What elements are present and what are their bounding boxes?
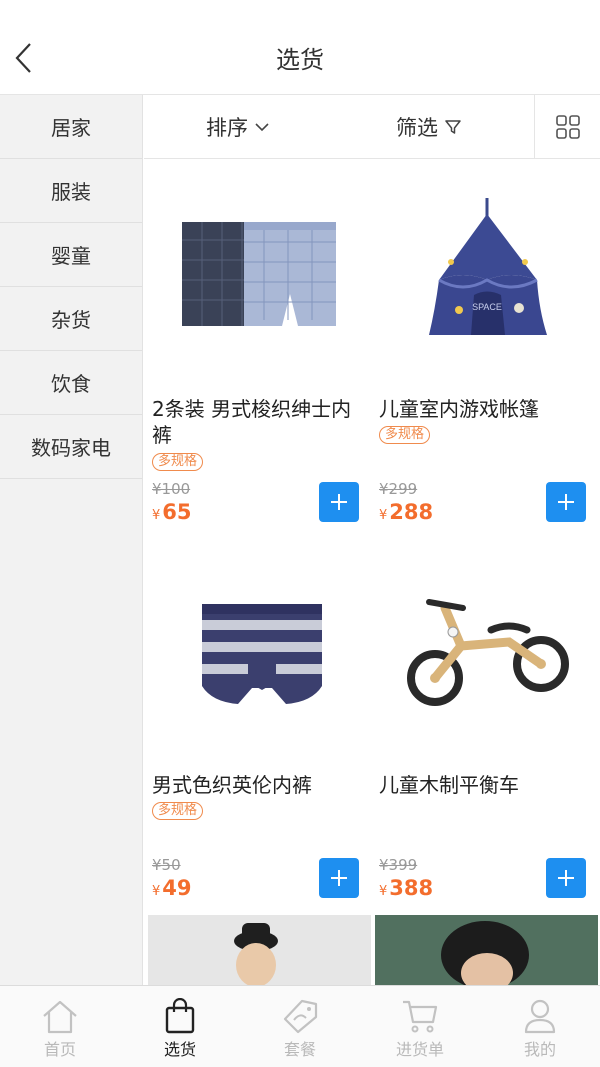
- price-value: 65: [162, 500, 192, 524]
- plus-icon: [331, 494, 347, 510]
- tab-select[interactable]: 选货: [120, 986, 240, 1067]
- product-card[interactable]: [375, 915, 598, 985]
- tab-home[interactable]: 首页: [0, 986, 120, 1067]
- sale-price: ¥49: [152, 876, 192, 900]
- sidebar-item-label: 饮食: [51, 372, 91, 396]
- tab-label: 进货单: [395, 1040, 444, 1059]
- chevron-down-icon: [255, 123, 269, 132]
- sort-filter-toolbar: 排序 筛选: [144, 95, 600, 159]
- filter-button[interactable]: 筛选: [396, 95, 462, 159]
- product-name: 2条装 男式梭织绅士内裤: [152, 397, 352, 447]
- home-icon: [43, 1000, 77, 1034]
- tab-label: 套餐: [283, 1040, 316, 1059]
- spec-badge: 多规格: [152, 453, 204, 471]
- product-image: [407, 599, 569, 706]
- currency-symbol: ¥: [379, 884, 388, 899]
- product-name: 儿童木制平衡车: [379, 773, 519, 797]
- add-to-cart-button[interactable]: [319, 482, 359, 522]
- spec-badge: 多规格: [379, 426, 431, 444]
- add-to-cart-button[interactable]: [546, 858, 586, 898]
- sale-price: ¥65: [152, 500, 192, 524]
- tab-label: 选货: [163, 1040, 196, 1059]
- price-value: 49: [162, 876, 192, 900]
- original-price: ¥399: [379, 856, 418, 874]
- product-card[interactable]: 儿童木制平衡车 ¥399 ¥388: [379, 546, 599, 916]
- product-name: 儿童室内游戏帐篷: [379, 397, 539, 421]
- original-price: ¥50: [152, 856, 181, 874]
- product-card[interactable]: 2条装 男式梭织绅士内裤 多规格 ¥100 ¥65: [152, 170, 372, 540]
- tab-profile[interactable]: 我的: [480, 986, 600, 1067]
- sidebar-item-home[interactable]: 居家: [0, 95, 142, 159]
- original-price: ¥100: [152, 480, 191, 498]
- sidebar-item-label: 服装: [51, 180, 91, 204]
- layout-toggle-button[interactable]: [534, 95, 600, 159]
- shopping-bag-icon: [165, 998, 195, 1034]
- product-card[interactable]: [148, 915, 371, 985]
- tab-cart[interactable]: 进货单: [360, 986, 480, 1067]
- page-title: 选货: [276, 46, 324, 74]
- sidebar-item-label: 杂货: [51, 308, 91, 332]
- sidebar-item-goods[interactable]: 杂货: [0, 287, 142, 351]
- filter-icon: [445, 120, 461, 134]
- tab-bundle[interactable]: 套餐: [240, 986, 360, 1067]
- add-to-cart-button[interactable]: [546, 482, 586, 522]
- price-value: 388: [389, 876, 434, 900]
- grid-view-icon: [555, 115, 580, 139]
- sort-button[interactable]: 排序: [206, 95, 270, 159]
- currency-symbol: ¥: [152, 884, 161, 899]
- price-value: 288: [389, 500, 434, 524]
- currency-symbol: ¥: [379, 508, 388, 523]
- sidebar-item-label: 居家: [51, 116, 91, 140]
- cart-icon: [403, 1000, 438, 1033]
- plus-icon: [558, 494, 574, 510]
- product-image: [182, 222, 336, 326]
- user-icon: [524, 999, 556, 1034]
- filter-label: 筛选: [396, 116, 438, 140]
- product-name: 男式色织英伦内裤: [152, 773, 312, 797]
- product-image: [375, 915, 598, 985]
- product-image: SPACE: [429, 198, 547, 335]
- original-price: ¥299: [379, 480, 418, 498]
- sidebar-item-label: 婴童: [51, 244, 91, 268]
- sidebar-item-baby[interactable]: 婴童: [0, 223, 142, 287]
- plus-icon: [331, 870, 347, 886]
- sort-label: 排序: [206, 116, 248, 140]
- product-card[interactable]: 男式色织英伦内裤 多规格 ¥50 ¥49: [152, 546, 372, 916]
- category-sidebar: 居家 服装 婴童 杂货 饮食 数码家电: [0, 95, 143, 985]
- product-image: [202, 604, 322, 704]
- sale-price: ¥288: [379, 500, 433, 524]
- tab-label: 首页: [43, 1040, 76, 1059]
- header: 选货: [0, 0, 600, 95]
- tag-icon: [283, 999, 318, 1034]
- spec-badge: 多规格: [152, 802, 204, 820]
- product-image: [148, 915, 371, 985]
- currency-symbol: ¥: [152, 508, 161, 523]
- svg-text:SPACE: SPACE: [472, 302, 502, 312]
- tab-label: 我的: [523, 1040, 556, 1059]
- sale-price: ¥388: [379, 876, 433, 900]
- sidebar-item-electronics[interactable]: 数码家电: [0, 415, 142, 479]
- bottom-tab-bar: 首页 选货 套餐 进货单 我的: [0, 985, 600, 1067]
- sidebar-item-clothing[interactable]: 服装: [0, 159, 142, 223]
- product-card[interactable]: SPACE 儿童室内游戏帐篷 多规格 ¥299 ¥288: [379, 170, 599, 540]
- sidebar-item-label: 数码家电: [31, 436, 111, 460]
- add-to-cart-button[interactable]: [319, 858, 359, 898]
- sidebar-item-food[interactable]: 饮食: [0, 351, 142, 415]
- plus-icon: [558, 870, 574, 886]
